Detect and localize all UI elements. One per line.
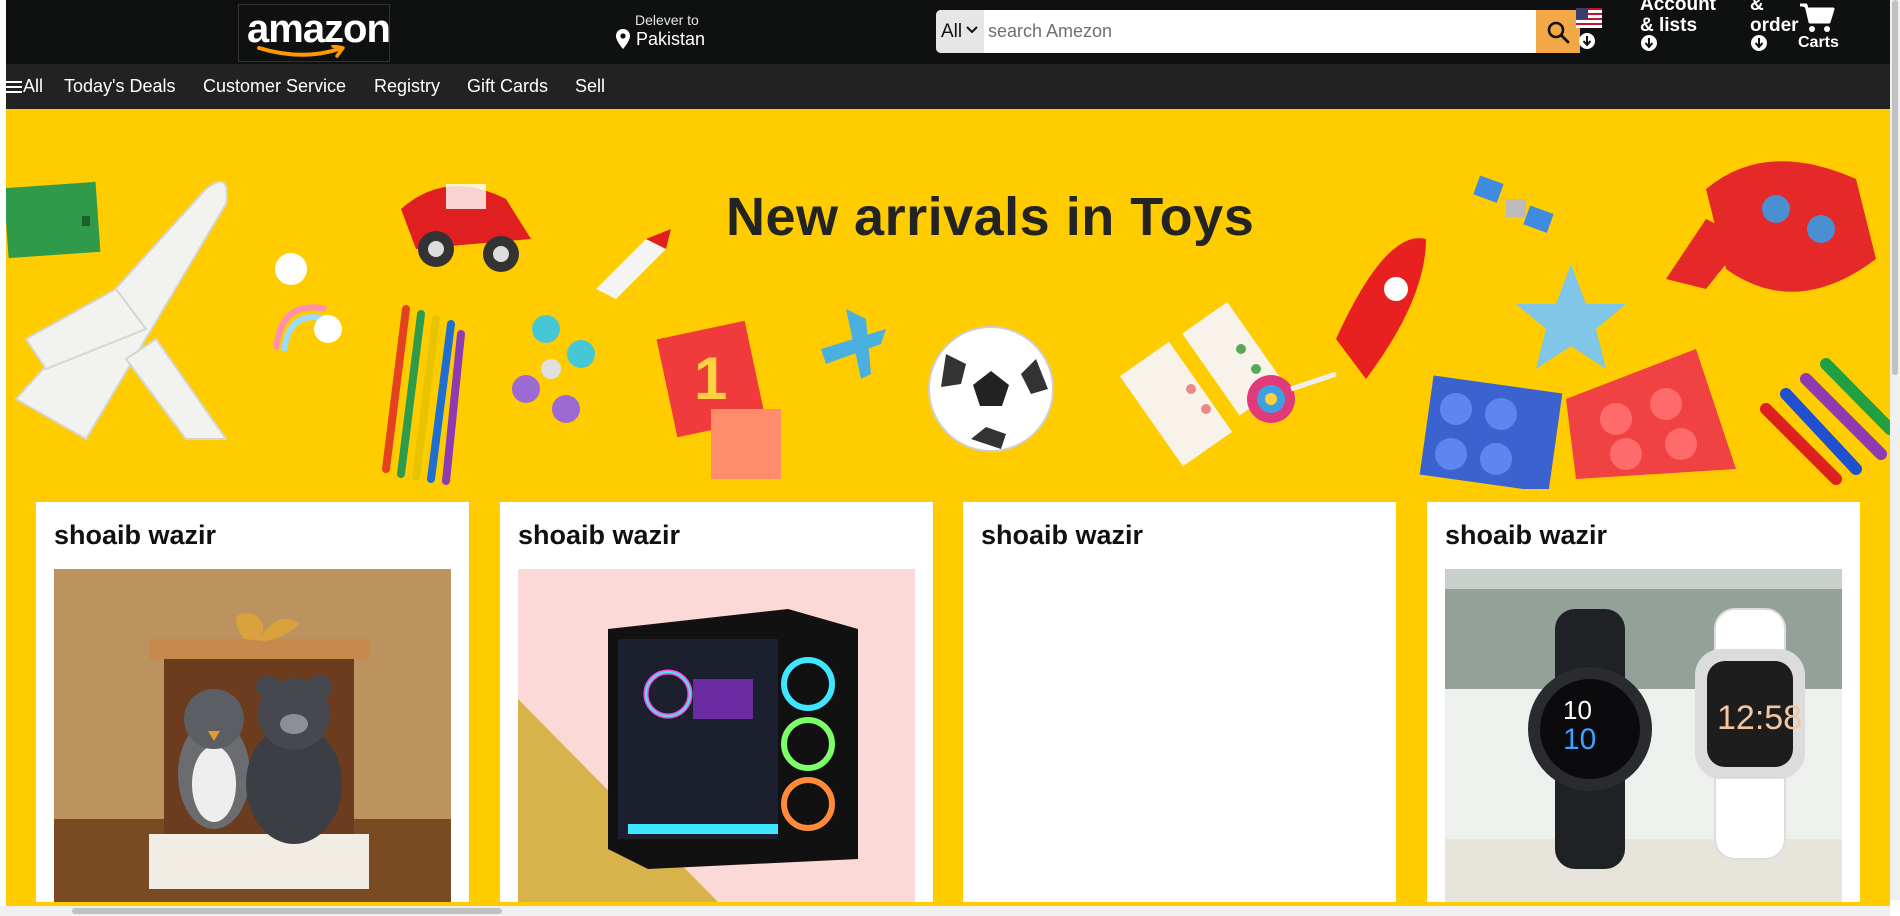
arrow-down-circle-icon[interactable] <box>1750 34 1768 52</box>
rainbow-toy-shape <box>273 253 342 352</box>
card-image-smartwatches[interactable]: 12:58 10 10 <box>1445 569 1842 902</box>
account-lists[interactable]: Account & lists <box>1640 0 1716 36</box>
product-card[interactable]: shoaib wazir <box>963 502 1396 902</box>
amazon-logo[interactable]: amazon <box>238 4 391 62</box>
card-title: shoaib wazir <box>1445 520 1608 550</box>
nav-all-label: All <box>23 76 44 96</box>
us-flag-icon[interactable] <box>1576 8 1602 28</box>
card-title: shoaib wazir <box>54 520 217 550</box>
nav-sell[interactable]: Sell <box>575 76 605 97</box>
card-image-gaming-pc[interactable] <box>518 569 915 902</box>
product-card[interactable]: shoaib wazir 12:58 10 10 <box>1427 502 1860 902</box>
blue-star-shape <box>1516 264 1626 369</box>
chevron-down-icon <box>966 26 978 34</box>
card-image-plush-toys[interactable] <box>54 569 451 902</box>
soccer-ball-shape <box>928 326 1054 452</box>
crayons-shape <box>1760 358 1890 485</box>
product-card[interactable]: shoaib wazir <box>36 502 469 902</box>
vertical-scrollbar-thumb[interactable] <box>1892 0 1898 375</box>
search-category-label: All <box>941 21 963 42</box>
hamburger-icon <box>6 81 22 94</box>
nav-customer-service[interactable]: Customer Service <box>203 76 346 97</box>
snowflake-toy-shape <box>512 315 595 423</box>
card-title: shoaib wazir <box>981 520 1144 550</box>
blue-plane-toy-shape <box>821 309 886 379</box>
returns-orders[interactable]: & order <box>1750 0 1799 36</box>
toy-car-shape <box>401 184 531 272</box>
card-title: shoaib wazir <box>518 520 681 550</box>
horizontal-scrollbar-thumb[interactable] <box>72 908 502 914</box>
top-header: amazon Delever to Pakistan All search Am… <box>6 0 1890 64</box>
svg-text:12:58: 12:58 <box>1717 699 1802 737</box>
hero-title: New arrivals in Toys <box>726 187 1255 247</box>
product-card[interactable]: shoaib wazir <box>500 502 933 902</box>
small-rocket-shape <box>596 229 671 299</box>
svg-text:1: 1 <box>694 345 727 412</box>
search-button[interactable] <box>1536 10 1580 53</box>
orders-line2: order <box>1750 15 1799 36</box>
number-block-shape: 1 <box>656 320 781 479</box>
arrow-down-circle-icon[interactable] <box>1578 32 1596 50</box>
red-rocket-shape <box>1336 238 1426 379</box>
search-input[interactable] <box>986 10 1496 53</box>
satellite-toy-shape <box>1473 175 1554 233</box>
search-category-select[interactable]: All <box>936 10 984 53</box>
arrow-down-circle-icon[interactable] <box>1640 34 1658 52</box>
amazon-clone-page: amazon Delever to Pakistan All search Am… <box>0 0 1900 916</box>
nav-strip: All Today's Deals Customer Service Regis… <box>6 64 1890 109</box>
cart-label[interactable]: Carts <box>1798 34 1839 52</box>
account-line1: Account <box>1640 0 1716 15</box>
blue-lego-shape <box>1419 375 1563 489</box>
orders-line1: & <box>1750 0 1764 15</box>
map-pin-icon <box>616 29 630 49</box>
red-lego-shape <box>1566 349 1736 479</box>
search-bar: All <box>936 10 1549 53</box>
nav-gift-cards[interactable]: Gift Cards <box>467 76 548 97</box>
account-line2: & lists <box>1640 15 1698 36</box>
lollipop-shape <box>1247 371 1337 423</box>
shopping-cart-icon[interactable] <box>1799 2 1835 34</box>
nav-todays-deals[interactable]: Today's Deals <box>64 76 176 97</box>
logo-smile-arrow-icon <box>257 45 345 58</box>
toys-illustration: 1 <box>6 161 1890 489</box>
pencils-shape <box>382 305 465 485</box>
red-airplane-shape <box>1666 161 1876 292</box>
deliver-label: Delever to <box>635 12 699 28</box>
deliver-location: Pakistan <box>636 29 706 49</box>
svg-text:10: 10 <box>1563 695 1592 725</box>
svg-text:10: 10 <box>1563 723 1596 756</box>
nav-registry[interactable]: Registry <box>374 76 440 97</box>
nav-all-menu[interactable]: All <box>6 76 43 97</box>
magnifier-icon <box>1547 21 1570 44</box>
